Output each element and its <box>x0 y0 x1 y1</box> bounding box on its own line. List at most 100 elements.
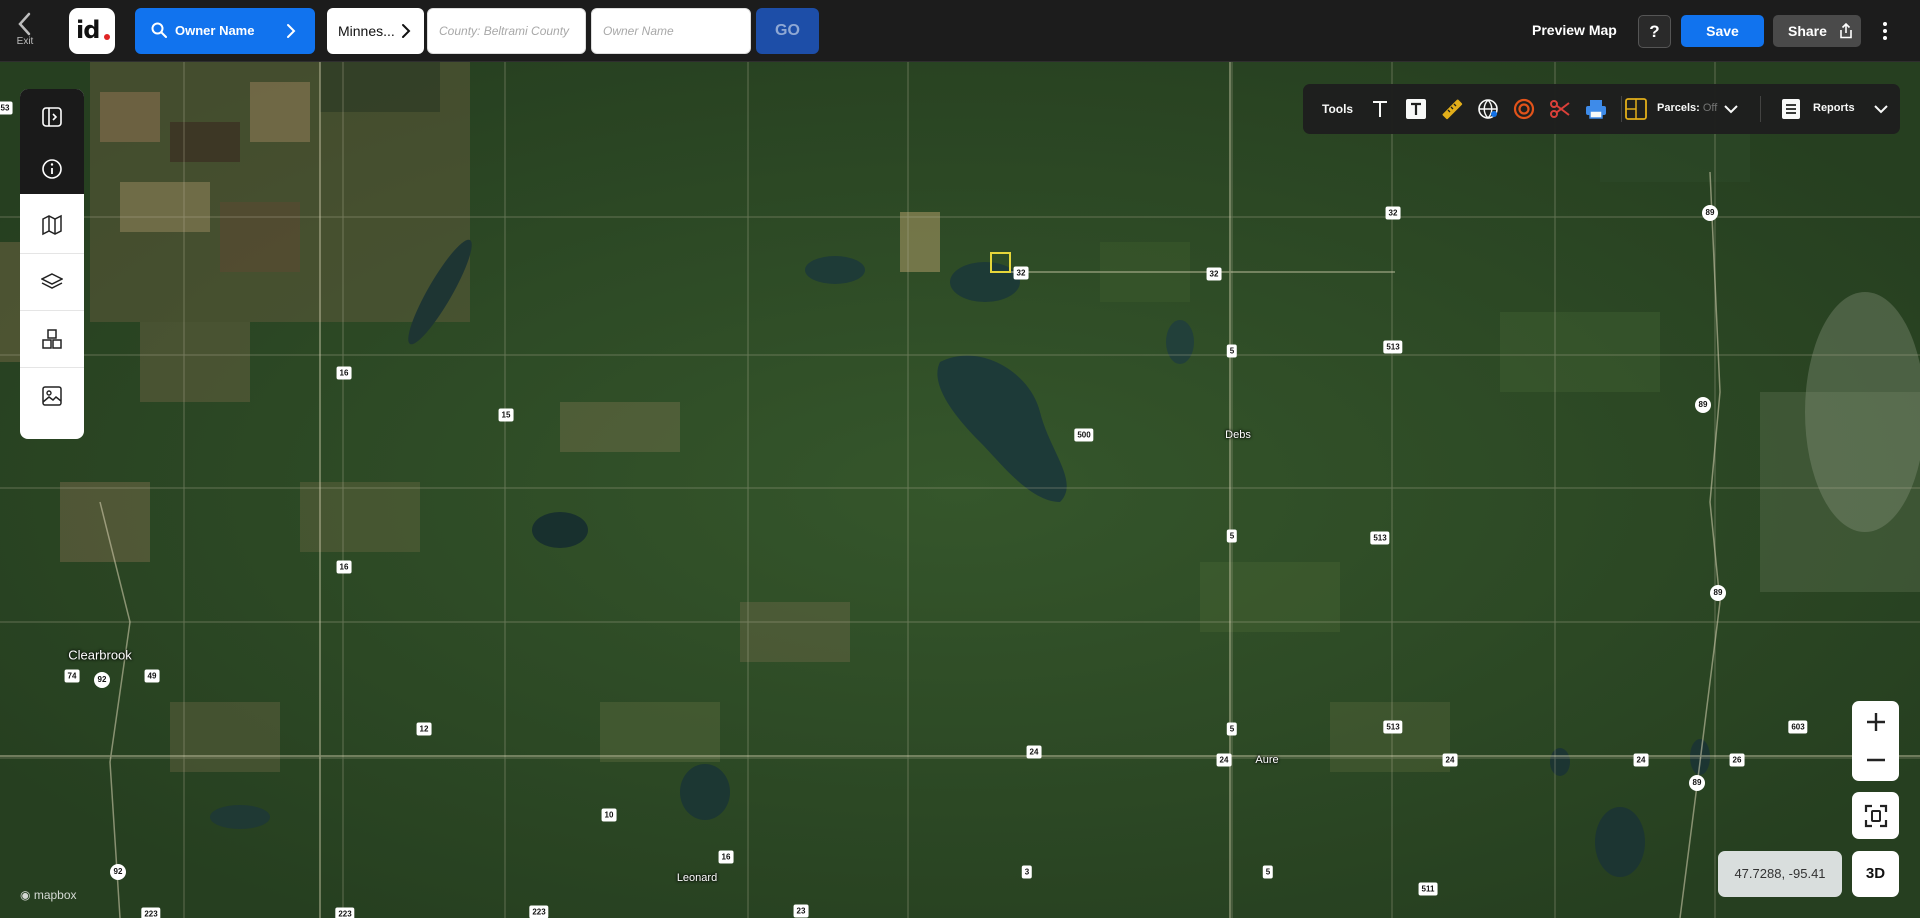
reports-label[interactable]: Reports <box>1813 102 1855 114</box>
route-shield: 10 <box>601 808 617 822</box>
route-shield: 89 <box>1695 397 1711 413</box>
state-select[interactable]: Minnes... <box>327 8 424 54</box>
selected-parcel-outline[interactable] <box>990 252 1011 273</box>
logo-dot <box>104 34 110 40</box>
help-button[interactable]: ? <box>1638 15 1671 48</box>
route-shield: 513 <box>1370 531 1390 545</box>
route-shield: 24 <box>1633 753 1649 767</box>
tools-bar: Tools Parcels: Off Reports <box>1303 84 1900 134</box>
place-label: Leonard <box>676 872 718 884</box>
route-shield: 5 <box>1226 344 1238 358</box>
info-button[interactable] <box>20 141 84 197</box>
chevron-right-icon <box>400 23 412 44</box>
preview-map-link[interactable]: Preview Map <box>1532 22 1617 38</box>
route-shield: 23 <box>793 904 809 918</box>
route-shield: 5 <box>1226 722 1238 736</box>
search-mode-button[interactable]: Owner Name <box>135 8 315 54</box>
route-shield: 24 <box>1442 753 1458 767</box>
route-shield: 223 <box>141 907 161 918</box>
logo-text: id <box>76 16 100 44</box>
minus-icon <box>1867 758 1885 762</box>
chevron-left-icon <box>8 10 42 38</box>
mapbox-attribution[interactable]: ◉ mapbox <box>20 888 77 902</box>
fit-bounds-button[interactable] <box>1852 792 1899 839</box>
buildings-icon <box>42 329 62 349</box>
county-input[interactable] <box>427 8 586 54</box>
route-shield: 3 <box>1021 865 1033 879</box>
route-shield: 32 <box>1013 266 1029 280</box>
exit-button[interactable]: Exit <box>8 10 42 54</box>
route-shield: 24 <box>1026 745 1042 759</box>
route-shield: 26 <box>1729 753 1745 767</box>
route-shield: 53 <box>0 101 13 115</box>
left-sidebar <box>20 89 84 439</box>
attribution-label: mapbox <box>33 888 77 902</box>
route-shield: 223 <box>529 905 549 918</box>
owner-name-input[interactable] <box>591 8 751 54</box>
parcels-icon[interactable] <box>1624 97 1648 121</box>
route-shield: 16 <box>718 850 734 864</box>
route-shield: 89 <box>1702 205 1718 221</box>
route-shield: 16 <box>336 366 352 380</box>
map-button[interactable] <box>20 197 84 253</box>
route-shield: 12 <box>416 722 432 736</box>
route-shield: 5 <box>1226 529 1238 543</box>
globe-icon[interactable] <box>1476 97 1500 121</box>
ruler-icon[interactable] <box>1440 97 1464 121</box>
chevron-right-icon <box>285 23 297 44</box>
reports-icon[interactable] <box>1779 97 1803 121</box>
mapbox-icon: ◉ <box>20 888 31 902</box>
route-shield: 32 <box>1385 206 1401 220</box>
layers-icon <box>41 273 63 289</box>
zoom-out-button[interactable] <box>1852 741 1899 781</box>
search-icon <box>151 22 167 43</box>
zoom-in-button[interactable] <box>1852 701 1899 741</box>
route-shield: 513 <box>1383 340 1403 354</box>
3d-toggle-button[interactable]: 3D <box>1852 851 1899 897</box>
route-shield: 92 <box>110 864 126 880</box>
logo[interactable]: id <box>69 8 115 54</box>
route-shield: 223 <box>335 907 355 918</box>
image-icon <box>42 386 62 406</box>
route-shield: 32 <box>1206 267 1222 281</box>
layers-button[interactable] <box>20 254 84 310</box>
parcels-toggle[interactable]: Parcels: Off <box>1657 102 1717 114</box>
sidebar-toggle-button[interactable] <box>20 89 84 145</box>
text-icon[interactable] <box>1368 97 1392 121</box>
divider <box>1760 96 1761 122</box>
print-icon[interactable] <box>1584 97 1608 121</box>
buildings-button[interactable] <box>20 311 84 367</box>
tools-label: Tools <box>1322 102 1354 116</box>
place-label: Debs <box>1225 429 1251 441</box>
satellite-map[interactable]: Clearbrook Debs Aure Leonard 53 16 15 16… <box>0 62 1920 918</box>
map-terrain <box>0 62 1920 918</box>
chevron-down-icon[interactable] <box>1869 97 1893 121</box>
more-menu-icon[interactable] <box>1875 17 1895 45</box>
route-shield: 16 <box>336 560 352 574</box>
coordinates-readout: 47.7288, -95.41 <box>1718 851 1842 897</box>
radius-icon[interactable] <box>1512 97 1536 121</box>
sidebar-toggle-icon <box>42 107 62 127</box>
zoom-controls <box>1852 701 1899 781</box>
share-button[interactable]: Share <box>1773 15 1861 47</box>
text-box-icon[interactable] <box>1404 97 1428 121</box>
plus-icon <box>1867 713 1885 731</box>
info-icon <box>42 159 62 179</box>
route-shield: 24 <box>1216 753 1232 767</box>
place-label: Aure <box>1255 754 1279 766</box>
search-mode-label: Owner Name <box>175 23 255 38</box>
route-shield: 89 <box>1710 585 1726 601</box>
map-icon <box>42 214 62 236</box>
route-shield: 513 <box>1383 720 1403 734</box>
divider <box>1621 96 1622 122</box>
route-shield: 500 <box>1074 428 1094 442</box>
route-shield: 74 <box>64 669 80 683</box>
state-label: Minnes... <box>338 23 395 39</box>
save-button[interactable]: Save <box>1681 15 1764 47</box>
imagery-button[interactable] <box>20 368 84 424</box>
scissors-icon[interactable] <box>1548 97 1572 121</box>
parcels-value: Off <box>1702 102 1718 114</box>
chevron-down-icon[interactable] <box>1719 97 1743 121</box>
route-shield: 89 <box>1689 775 1705 791</box>
go-button[interactable]: GO <box>756 8 819 54</box>
